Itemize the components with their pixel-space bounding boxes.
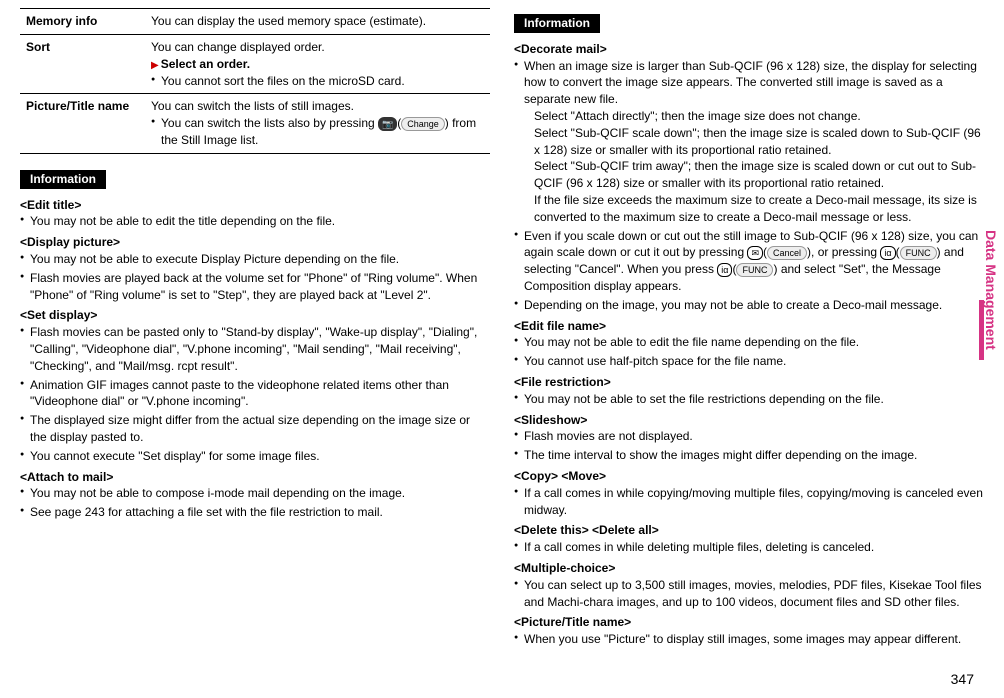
- options-table: Memory infoYou can display the used memo…: [20, 8, 490, 154]
- list-item: If a call comes in while deleting multip…: [514, 539, 984, 556]
- list-item: Animation GIF images cannot paste to the…: [20, 377, 490, 411]
- sub-line: Select "Sub-QCIF scale down"; then the i…: [524, 125, 984, 159]
- list-item: You cannot use half-pitch space for the …: [514, 353, 984, 370]
- list-item: You may not be able to set the file rest…: [514, 391, 984, 408]
- section-title: <File restriction>: [514, 374, 984, 391]
- table-row: Picture/Title nameYou can switch the lis…: [20, 94, 490, 153]
- option-description: You can display the used memory space (e…: [145, 9, 490, 35]
- bullet-list: You may not be able to compose i-mode ma…: [20, 485, 490, 521]
- list-item: Flash movies can be pasted only to "Stan…: [20, 324, 490, 374]
- option-description: You can change displayed order.▶Select a…: [145, 34, 490, 94]
- section-title: <Delete this> <Delete all>: [514, 522, 984, 539]
- bullet-list: You may not be able to execute Display P…: [20, 251, 490, 303]
- bullet-list: When you use "Picture" to display still …: [514, 631, 984, 648]
- list-item: See page 243 for attaching a file set wi…: [20, 504, 490, 521]
- section-title: <Edit title>: [20, 197, 490, 214]
- option-label: Sort: [20, 34, 145, 94]
- bullet-list: You may not be able to set the file rest…: [514, 391, 984, 408]
- bullet-list: You may not be able to edit the title de…: [20, 213, 490, 230]
- bullet-list: You can select up to 3,500 still images,…: [514, 577, 984, 611]
- page-columns: Memory infoYou can display the used memo…: [20, 8, 984, 650]
- left-column: Memory infoYou can display the used memo…: [20, 8, 490, 650]
- section-title: <Set display>: [20, 307, 490, 324]
- section-title: <Attach to mail>: [20, 469, 490, 486]
- soft-key-label: FUNC: [736, 263, 773, 277]
- soft-key-label: Change: [401, 117, 445, 131]
- list-item: You may not be able to execute Display P…: [20, 251, 490, 268]
- soft-key-label: FUNC: [900, 246, 937, 260]
- list-item: You can select up to 3,500 still images,…: [514, 577, 984, 611]
- list-item: Depending on the image, you may not be a…: [514, 297, 984, 314]
- list-item: Flash movies are not displayed.: [514, 428, 984, 445]
- sub-line: If the file size exceeds the maximum siz…: [524, 192, 984, 226]
- list-item: You may not be able to compose i-mode ma…: [20, 485, 490, 502]
- list-item: Flash movies are played back at the volu…: [20, 270, 490, 304]
- table-row: Memory infoYou can display the used memo…: [20, 9, 490, 35]
- bullet-list: Flash movies can be pasted only to "Stan…: [20, 324, 490, 464]
- list-item: The displayed size might differ from the…: [20, 412, 490, 446]
- section-title: <Display picture>: [20, 234, 490, 251]
- section-title: <Decorate mail>: [514, 41, 984, 58]
- list-item: You cannot execute "Set display" for som…: [20, 448, 490, 465]
- information-header-left: Information: [20, 170, 106, 189]
- bullet-list: If a call comes in while deleting multip…: [514, 539, 984, 556]
- side-tab-bar: [979, 300, 984, 360]
- bullet-list: You may not be able to edit the file nam…: [514, 334, 984, 370]
- bullet-list: If a call comes in while copying/moving …: [514, 485, 984, 519]
- list-item: When an image size is larger than Sub-QC…: [514, 58, 984, 226]
- ir-button-icon: iα: [880, 246, 895, 260]
- bullet-list: When an image size is larger than Sub-QC…: [514, 58, 984, 314]
- information-header-right: Information: [514, 14, 600, 33]
- sub-line: Select "Sub-QCIF trim away"; then the im…: [524, 158, 984, 192]
- section-title: <Picture/Title name>: [514, 614, 984, 631]
- option-label: Memory info: [20, 9, 145, 35]
- triangle-icon: ▶: [151, 60, 159, 71]
- option-description: You can switch the lists of still images…: [145, 94, 490, 153]
- list-item: You may not be able to edit the file nam…: [514, 334, 984, 351]
- sub-line: Select "Attach directly"; then the image…: [524, 108, 984, 125]
- section-title: <Edit file name>: [514, 318, 984, 335]
- page-number: 347: [951, 670, 974, 690]
- camera-button-icon: 📷: [378, 117, 397, 131]
- soft-key-label: Cancel: [767, 246, 807, 260]
- option-label: Picture/Title name: [20, 94, 145, 153]
- section-title: <Slideshow>: [514, 412, 984, 429]
- list-item: You may not be able to edit the title de…: [20, 213, 490, 230]
- list-item: If a call comes in while copying/moving …: [514, 485, 984, 519]
- list-item: The time interval to show the images mig…: [514, 447, 984, 464]
- ir-button-icon: iα: [717, 263, 732, 277]
- section-title: <Copy> <Move>: [514, 468, 984, 485]
- table-row: SortYou can change displayed order.▶Sele…: [20, 34, 490, 94]
- mail-button-icon: ✉: [747, 246, 763, 260]
- list-item: Even if you scale down or cut out the st…: [514, 228, 984, 295]
- section-title: <Multiple-choice>: [514, 560, 984, 577]
- list-item: When you use "Picture" to display still …: [514, 631, 984, 648]
- right-column: Information <Decorate mail>When an image…: [514, 8, 984, 650]
- bullet-list: Flash movies are not displayed. The time …: [514, 428, 984, 464]
